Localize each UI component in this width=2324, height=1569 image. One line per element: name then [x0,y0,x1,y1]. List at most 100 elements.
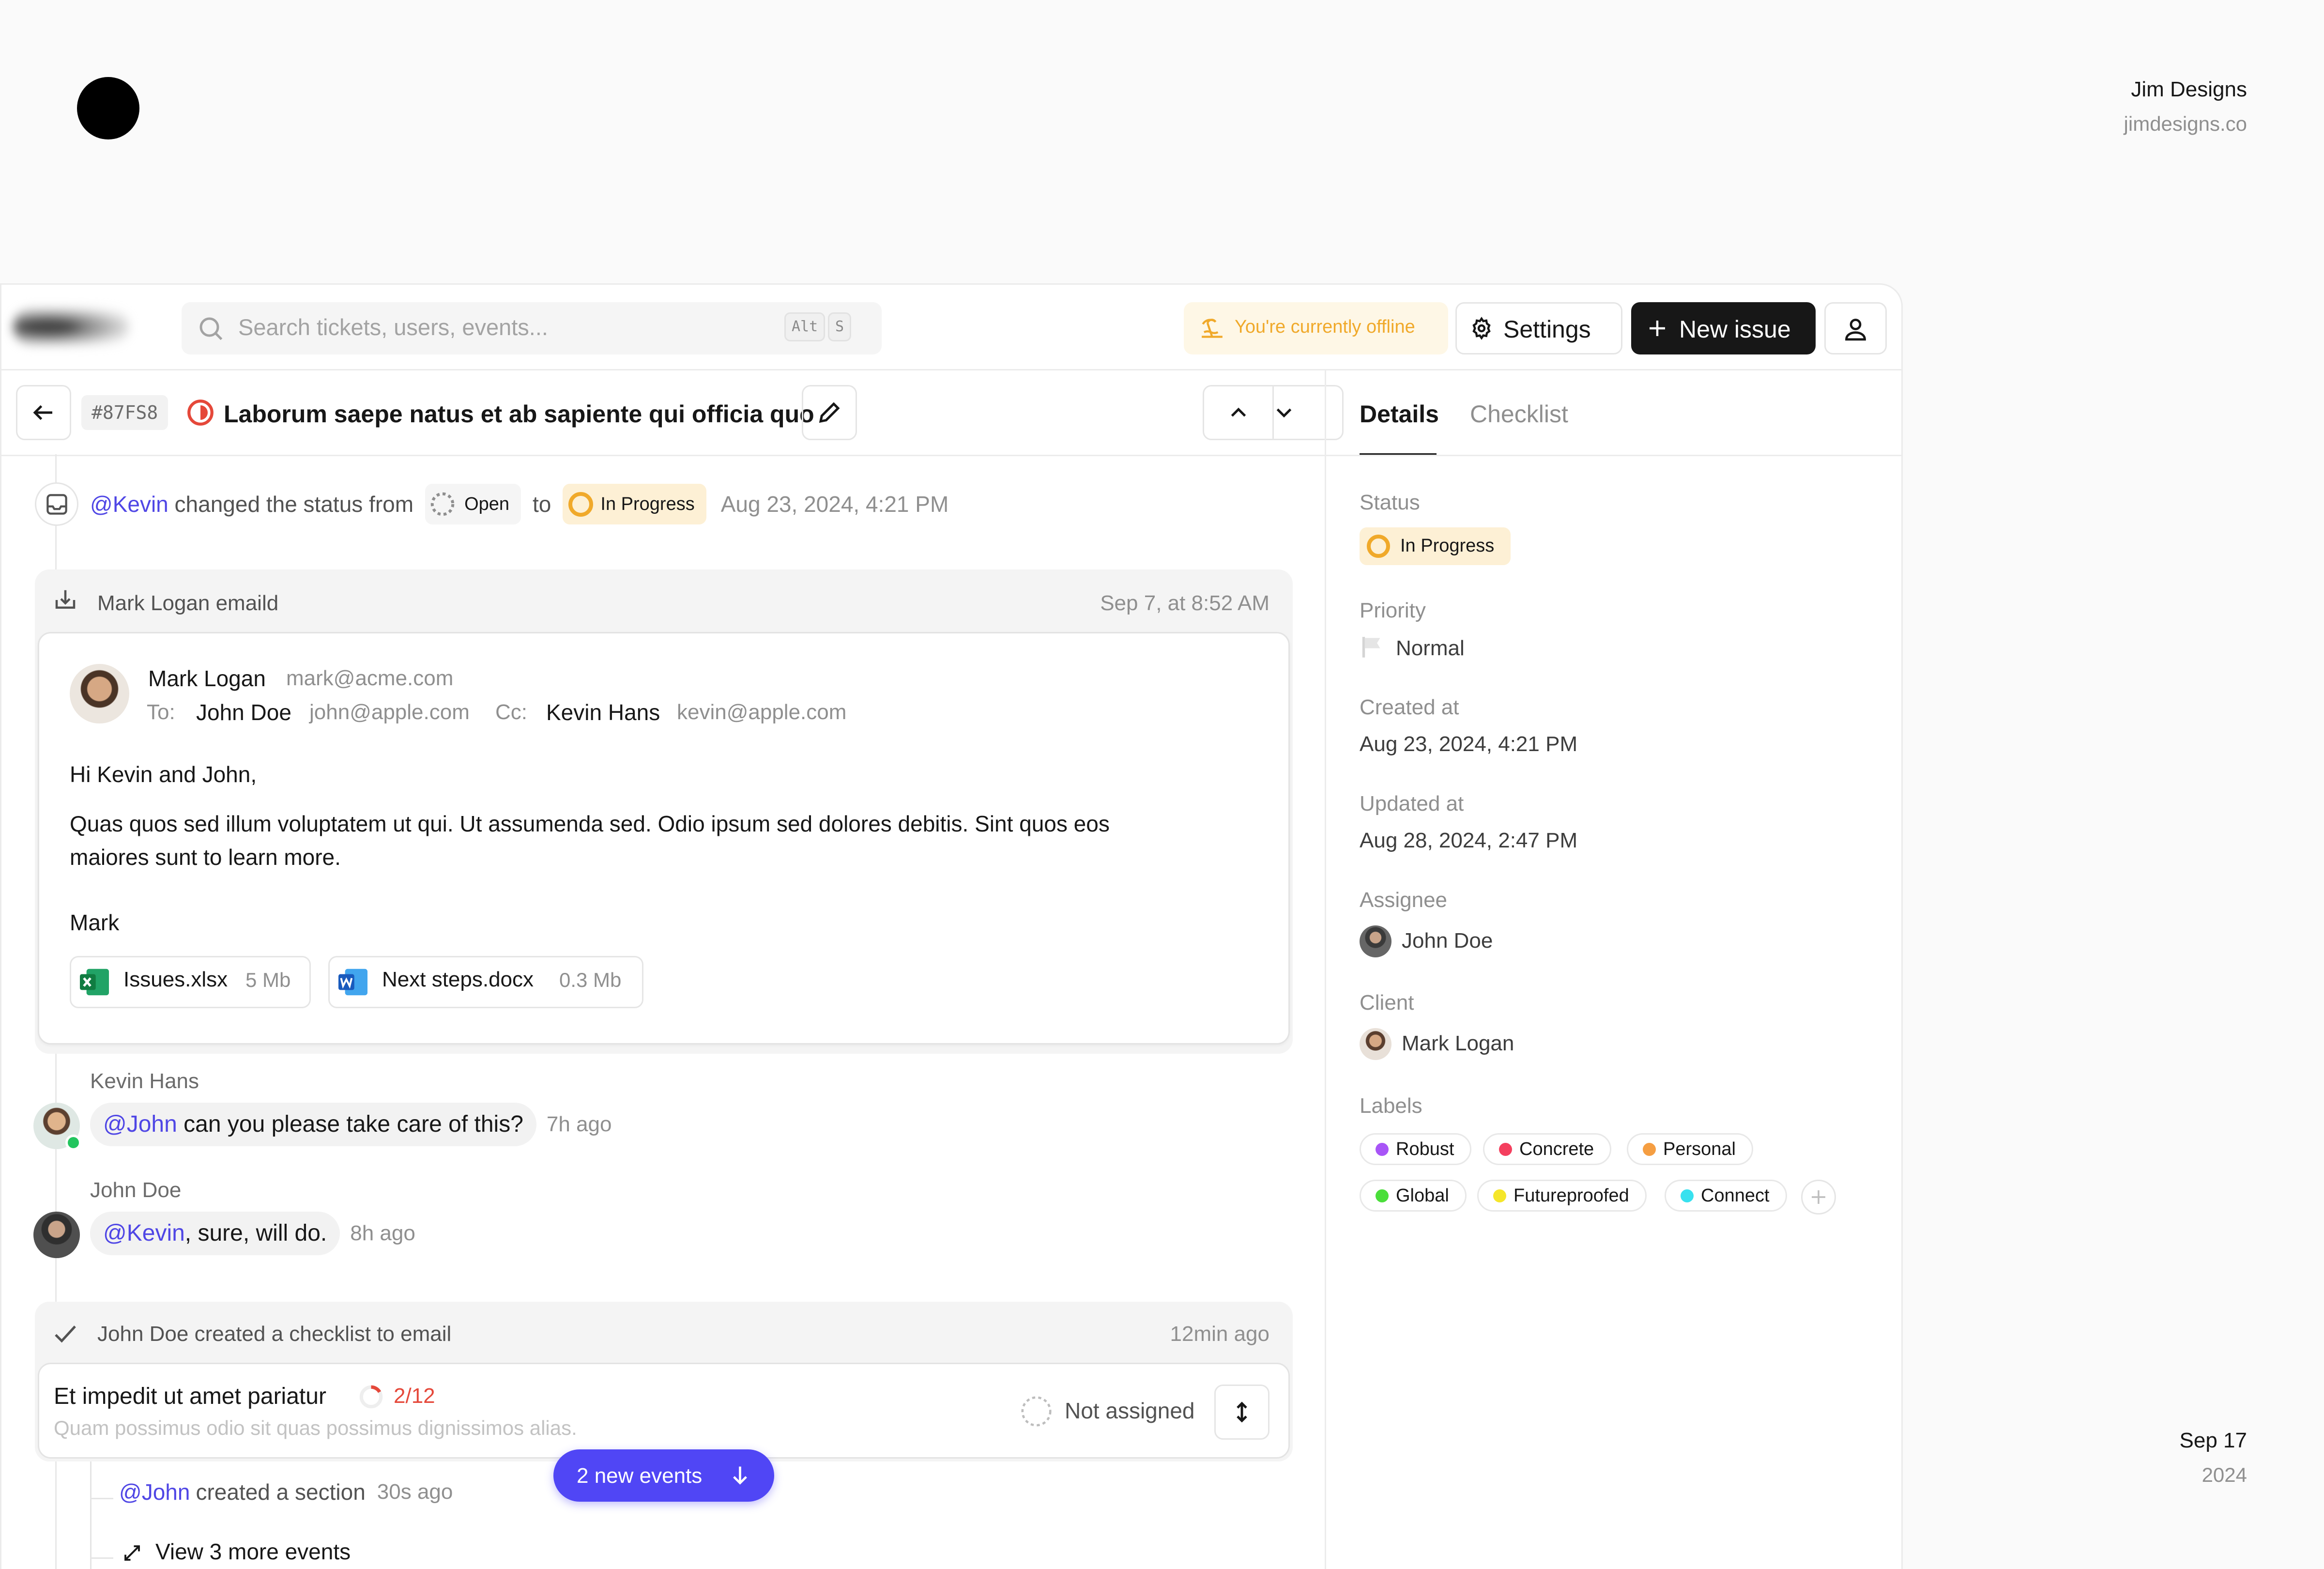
label-pill-futureproofed[interactable]: Futureproofed [1477,1180,1647,1212]
assignee-picker[interactable]: Not assigned [1065,1398,1195,1424]
status-chip-open: Open [425,484,521,524]
issue-id: #87FS8 [81,395,168,430]
status-from: Open [464,493,510,514]
sender-avatar [70,664,129,723]
priority-value[interactable]: Normal [1396,636,1465,661]
expand-vertical-icon [1237,1401,1247,1423]
label-pill-connect[interactable]: Connect [1665,1180,1787,1212]
online-status-dot [65,1135,81,1151]
label-color-dot [1493,1189,1506,1202]
checklist-subtitle: Quam possimus odio sit quas possimus dig… [54,1416,577,1439]
updated-value: Aug 28, 2024, 2:47 PM [1360,829,1578,852]
priority-label: Priority [1360,599,1426,622]
footer-year: 2024 [2202,1463,2247,1486]
cc-label: Cc: [495,700,527,724]
label-pill-robust[interactable]: Robust [1360,1133,1472,1165]
comment-author: John Doe [90,1178,182,1202]
label-name: Connect [1701,1185,1770,1206]
expand-diagonal-icon [124,1545,140,1561]
gear-icon [1472,317,1491,340]
chevron-up-icon [1231,407,1246,417]
comment-author: Kevin Hans [90,1069,199,1093]
email-event-title: Mark Logan emaild [97,591,279,615]
section-actor-mention[interactable]: @John [119,1479,190,1505]
comment-row: @Kevin, sure, will do. 8h ago [90,1212,415,1255]
label-color-dot [1643,1143,1656,1156]
checklist-event-time: 12min ago [1170,1322,1269,1346]
created-value: Aug 23, 2024, 4:21 PM [1360,732,1578,756]
label-pill-personal[interactable]: Personal [1627,1133,1753,1165]
arrow-down-icon [733,1466,747,1485]
created-label: Created at [1360,695,1459,719]
checklist-event-title: John Doe created a checklist to email [97,1322,452,1346]
app-window: Search tickets, users, events... Alt S Y… [0,283,1903,1569]
comment-mention[interactable]: @John [103,1111,177,1137]
inbox-icon [46,494,67,515]
download-tray-icon [55,590,76,609]
label-pill-concrete[interactable]: Concrete [1483,1133,1612,1165]
label-color-dot [1681,1189,1694,1202]
comment-mention[interactable]: @Kevin [103,1220,185,1246]
brand-name: Jim Designs [2131,77,2247,101]
label-color-dot [1376,1189,1389,1202]
brand-url: jimdesigns.co [2124,112,2247,135]
sub-timeline-line [90,1461,92,1569]
comment-time: 8h ago [350,1221,415,1245]
email-body-line-1: Quas quos sed illum voluptatem ut qui. U… [70,811,1110,836]
user-icon [1845,319,1866,341]
commenter-avatar [33,1212,80,1258]
label-name: Personal [1663,1139,1736,1159]
attachment-size: 5 Mb [245,969,291,991]
checklist-progress: 2/12 [394,1384,435,1408]
status-to: In Progress [600,493,695,514]
comment-bubble: @Kevin, sure, will do. [90,1212,340,1255]
tab-details[interactable]: Details [1360,400,1439,428]
label-name: Concrete [1519,1139,1594,1159]
event-actor-mention[interactable]: @Kevin [90,492,168,517]
client-label: Client [1360,991,1414,1015]
tabs-divider [1326,455,1901,456]
check-icon [55,1325,76,1343]
event-time: Aug 23, 2024, 4:21 PM [720,492,949,517]
search-icon [199,317,223,340]
view-more-events-link[interactable]: View 3 more events [155,1538,351,1565]
client-value[interactable]: Mark Logan [1402,1031,1514,1056]
brand-logo [77,77,139,139]
status-chip-in-progress: In Progress [563,484,706,524]
to-email: john@apple.com [309,700,470,724]
assignee-value[interactable]: John Doe [1402,929,1493,953]
search-input[interactable]: Search tickets, users, events... [238,314,548,340]
excel-file-icon [80,969,109,996]
updated-label: Updated at [1360,792,1464,815]
word-file-icon [338,969,367,996]
app-logo[interactable] [13,308,129,346]
label-name: Futureproofed [1514,1185,1629,1206]
comment-bubble: @John can you please take care of this? [90,1103,536,1146]
client-avatar [1360,1028,1391,1060]
plus-icon [1650,321,1665,336]
comment-time: 7h ago [546,1112,612,1136]
cc-email: kevin@apple.com [677,700,847,724]
label-pill-global[interactable]: Global [1360,1180,1467,1212]
sender-email: mark@acme.com [286,666,454,690]
comment-text: can you please take care of this? [177,1111,523,1137]
issue-title: Laborum saepe natus et ab sapiente qui o… [224,400,814,428]
section-event-time: 30s ago [377,1480,453,1504]
unassigned-avatar-icon [1021,1396,1052,1427]
tab-checklist[interactable]: Checklist [1470,400,1568,428]
labels-label: Labels [1360,1094,1422,1118]
status-open-icon [187,400,214,426]
label-color-dot [1376,1143,1389,1156]
settings-button-label: Settings [1503,316,1591,343]
assignee-label: Assignee [1360,888,1448,912]
label-name: Robust [1396,1139,1454,1159]
flag-icon [1362,637,1380,658]
attachment-name: Next steps.docx [382,968,534,991]
sub-timeline-branch [90,1557,113,1559]
section-event-text: created a section [196,1479,366,1505]
status-value: In Progress [1400,536,1495,556]
in-progress-icon [568,492,594,517]
section-event: @John created a section 30s ago [119,1479,453,1505]
event-to-word: to [533,492,551,517]
sub-timeline-branch [90,1498,113,1499]
